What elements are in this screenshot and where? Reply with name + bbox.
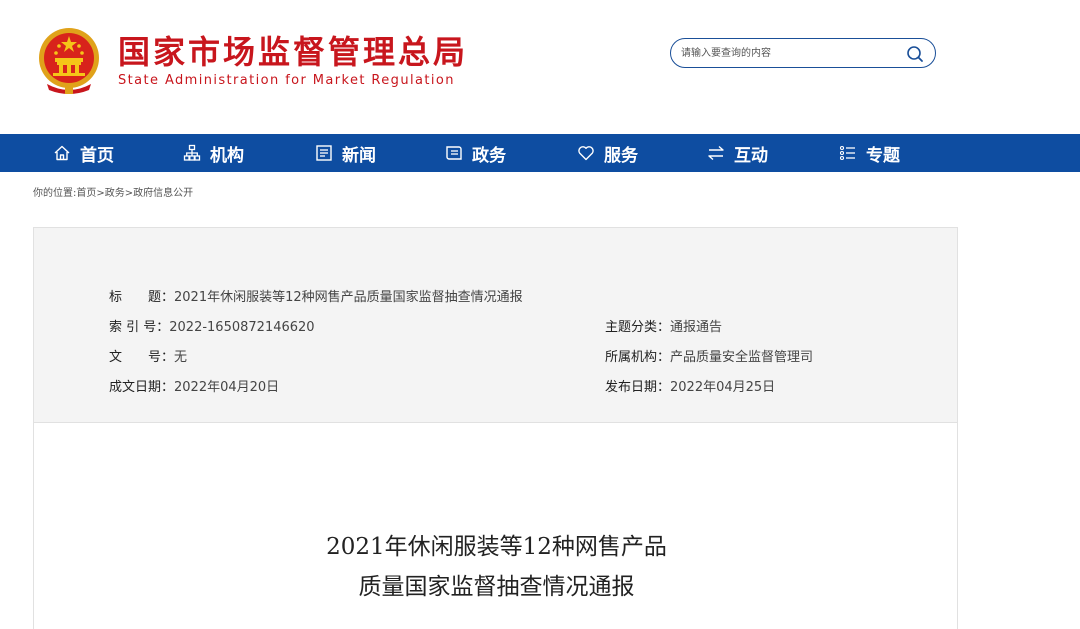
meta-published-value: 2022年04月25日 (670, 380, 776, 395)
meta-created-row: 成文日期：2022年04月20日 (109, 376, 279, 395)
meta-title-row: 标 题：2021年休闲服装等12种网售产品质量国家监督抽查情况通报 (109, 286, 523, 305)
meta-docno-value: 无 (174, 350, 188, 365)
nav-item-organization[interactable]: 机构 (182, 134, 244, 172)
breadcrumb[interactable]: 你的位置:首页>政务>政府信息公开 (33, 184, 193, 199)
article-title-line-2: 质量国家监督抽查情况通报 (358, 574, 635, 600)
meta-title-key: 标 题： (109, 290, 175, 305)
site-title-english[interactable]: State Administration for Market Regulati… (118, 73, 455, 88)
meta-category-value: 通报通告 (670, 320, 723, 335)
meta-index-value: 2022-1650872146620 (169, 320, 315, 335)
meta-category-key: 主题分类： (605, 320, 671, 335)
article-title-line-1: 2021年休闲服装等12种网售产品 (326, 534, 667, 560)
national-emblem-icon[interactable] (37, 24, 101, 96)
article-body: 2021年休闲服装等12种网售产品 质量国家监督抽查情况通报 (33, 423, 958, 629)
document-icon (444, 143, 464, 163)
nav-label: 互动 (734, 145, 768, 166)
search-icon[interactable] (905, 44, 925, 64)
meta-docno-row: 文 号：无 (109, 346, 187, 365)
nav-label: 政务 (472, 145, 506, 166)
nav-label: 服务 (604, 145, 638, 166)
nav-label: 新闻 (342, 145, 376, 166)
nav-item-interaction[interactable]: 互动 (706, 134, 768, 172)
nav-item-government-affairs[interactable]: 政务 (444, 134, 506, 172)
meta-published-key: 发布日期： (605, 380, 671, 395)
meta-created-value: 2022年04月20日 (174, 380, 280, 395)
nav-item-special-topics[interactable]: 专题 (838, 134, 900, 172)
meta-category-row: 主题分类：通报通告 (605, 316, 722, 335)
nav-item-news[interactable]: 新闻 (314, 134, 376, 172)
newspaper-icon (314, 143, 334, 163)
meta-published-row: 发布日期：2022年04月25日 (605, 376, 775, 395)
meta-docno-key: 文 号： (109, 350, 175, 365)
nav-label: 机构 (210, 145, 244, 166)
heart-icon (576, 143, 596, 163)
nav-item-services[interactable]: 服务 (576, 134, 638, 172)
meta-index-key: 索 引 号： (109, 320, 170, 335)
meta-org-value: 产品质量安全监督管理司 (670, 350, 814, 365)
document-meta-panel: 标 题：2021年休闲服装等12种网售产品质量国家监督抽查情况通报 索 引 号：… (33, 227, 958, 423)
nav-label: 首页 (80, 145, 114, 166)
site-title[interactable]: 国家市场监督管理总局 (118, 33, 468, 71)
org-chart-icon (182, 143, 202, 163)
list-icon (838, 143, 858, 163)
search-box (670, 38, 936, 68)
nav-label: 专题 (866, 145, 900, 166)
home-icon (52, 143, 72, 163)
main-nav: 首页 机构 新闻 政务 服务 互动 专题 (0, 134, 1080, 172)
meta-created-key: 成文日期： (109, 380, 175, 395)
site-header: 国家市场监督管理总局 State Administration for Mark… (0, 0, 1080, 134)
meta-title-value: 2021年休闲服装等12种网售产品质量国家监督抽查情况通报 (174, 290, 523, 305)
meta-index-row: 索 引 号：2022-1650872146620 (109, 316, 315, 335)
search-input[interactable] (681, 44, 896, 62)
meta-org-row: 所属机构：产品质量安全监督管理司 (605, 346, 813, 365)
meta-org-key: 所属机构： (605, 350, 671, 365)
nav-item-home[interactable]: 首页 (52, 134, 114, 172)
exchange-icon (706, 143, 726, 163)
